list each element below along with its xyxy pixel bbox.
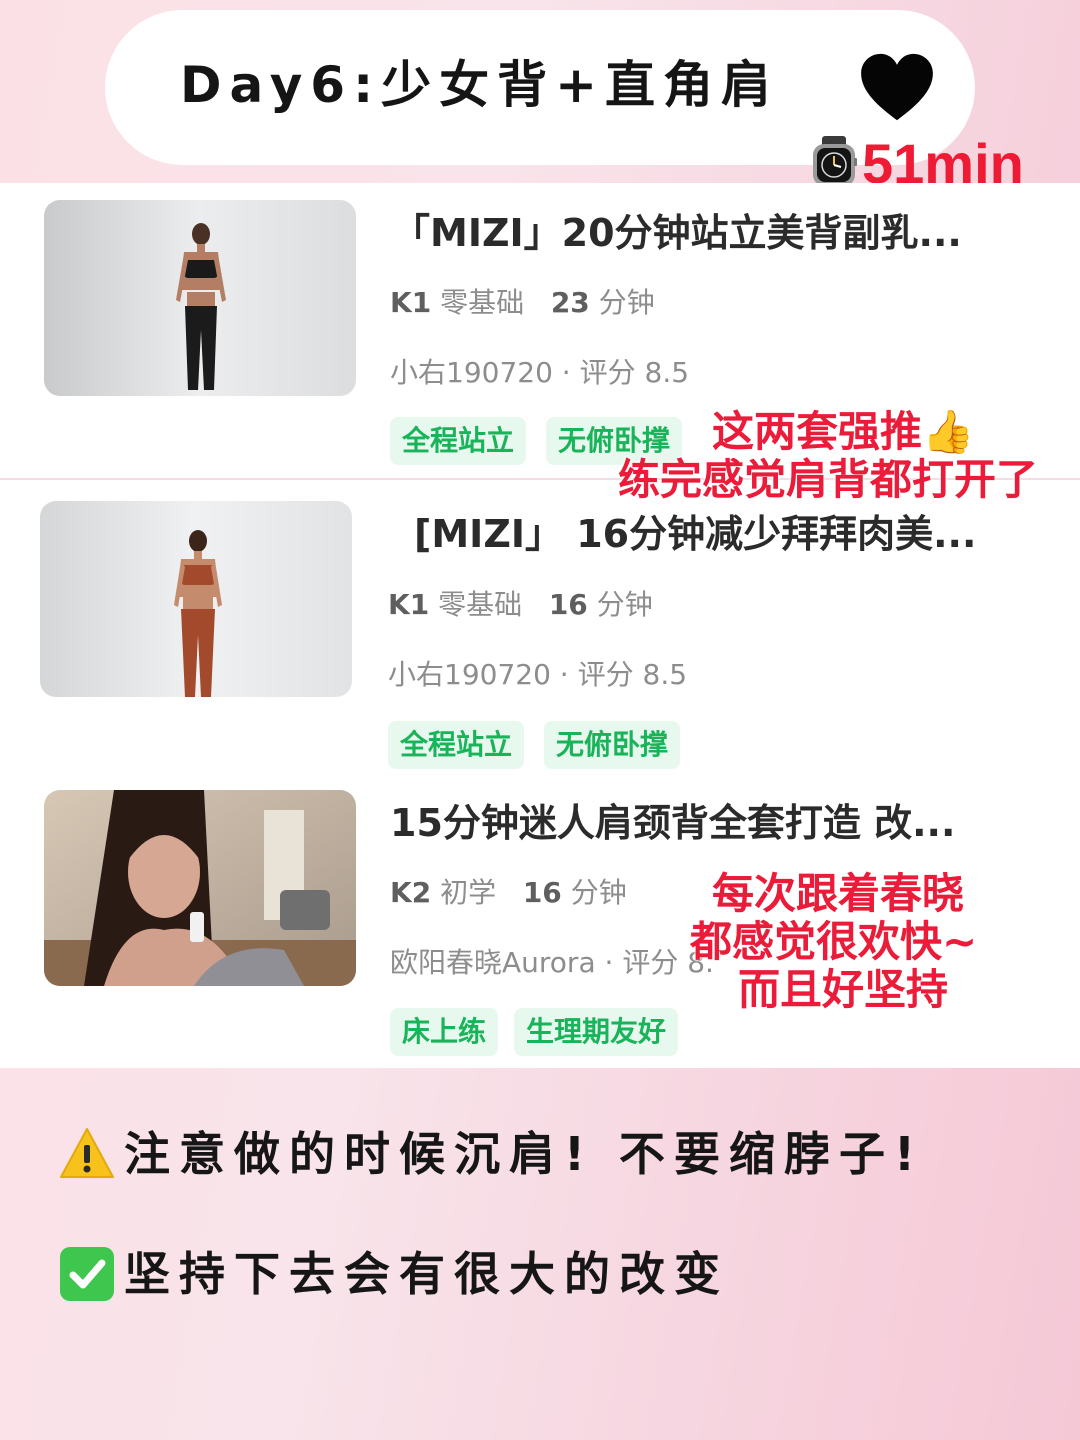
workout-thumbnail[interactable] [44, 790, 356, 986]
workout-title[interactable]: 「MIZI」20分钟站立美背副乳... [392, 208, 962, 258]
warning-icon [60, 1127, 114, 1178]
person-image-icon [44, 790, 356, 986]
minutes-value: 16 [548, 588, 588, 621]
rating-value: 8.5 [644, 356, 690, 389]
workout-meta: K1 零基础 23 分钟 [390, 283, 655, 323]
author-name[interactable]: 小右190720 [390, 356, 553, 389]
workout-thumbnail[interactable] [40, 501, 352, 697]
minutes-value: 16 [522, 876, 562, 909]
note-text: 注意做的时候沉肩! 不要缩脖子! [124, 1127, 924, 1181]
rating-value: 8.5 [642, 658, 688, 691]
tag-chip[interactable]: 生理期友好 [514, 1008, 679, 1056]
annotation-fun-detail: 都感觉很欢快~ [690, 917, 978, 966]
heart-icon [861, 53, 933, 121]
tag-chip[interactable]: 无俯卧撑 [544, 721, 681, 769]
workout-author-line: 小右190720 · 评分 8.5 [390, 356, 690, 389]
annotation-fun: 每次跟着春晓 [712, 869, 965, 918]
rating-label: 评分 [577, 658, 634, 691]
workout-author-line: 欧阳春晓Aurora · 评分 8. [390, 946, 714, 979]
person-image-icon [44, 200, 356, 396]
tag-chip[interactable]: 全程站立 [390, 417, 527, 465]
level-name: 初学 [440, 876, 497, 909]
level-name: 零基础 [440, 286, 525, 319]
workout-meta: K2 初学 16 分钟 [390, 873, 627, 913]
level-code: K1 [388, 588, 430, 621]
minutes-unit: 分钟 [598, 286, 655, 319]
workout-meta: K1 零基础 16 分钟 [388, 585, 653, 625]
note-warning: 注意做的时候沉肩! 不要缩脖子! [58, 1122, 924, 1186]
level-code: K2 [390, 876, 432, 909]
workout-title[interactable]: 15分钟迷人肩颈背全套打造 改... [390, 798, 955, 848]
workout-thumbnail[interactable] [44, 200, 356, 396]
annotation-fun-persist: 而且好坚持 [738, 965, 949, 1014]
note-text: 坚持下去会有很大的改变 [124, 1247, 729, 1301]
level-name: 零基础 [438, 588, 523, 621]
note-encourage: 坚持下去会有很大的改变 [58, 1242, 729, 1306]
workout-author-line: 小右190720 · 评分 8.5 [388, 658, 688, 691]
minutes-unit: 分钟 [596, 588, 653, 621]
author-name[interactable]: 小右190720 [388, 658, 551, 691]
level-code: K1 [390, 286, 432, 319]
author-name[interactable]: 欧阳春晓Aurora [390, 946, 596, 979]
annotation-recommend: 这两套强推👍 [712, 407, 975, 456]
tag-chip[interactable]: 全程站立 [388, 721, 525, 769]
page-title: Day6:少女背+直角肩 [180, 56, 779, 114]
annotation-recommend-detail: 练完感觉肩背都打开了 [618, 455, 1039, 504]
check-box-icon [60, 1246, 114, 1301]
minutes-unit: 分钟 [570, 876, 627, 909]
workout-card[interactable]: [MIZI」 16分钟减少拜拜肉美... K1 零基础 16 分钟 小右1907… [0, 483, 1080, 778]
person-image-icon [40, 501, 352, 697]
workout-title[interactable]: [MIZI」 16分钟减少拜拜肉美... [414, 509, 976, 559]
tag-chip[interactable]: 床上练 [390, 1008, 499, 1056]
rating-label: 评分 [579, 356, 636, 389]
rating-label: 评分 [622, 946, 679, 979]
minutes-value: 23 [550, 286, 590, 319]
